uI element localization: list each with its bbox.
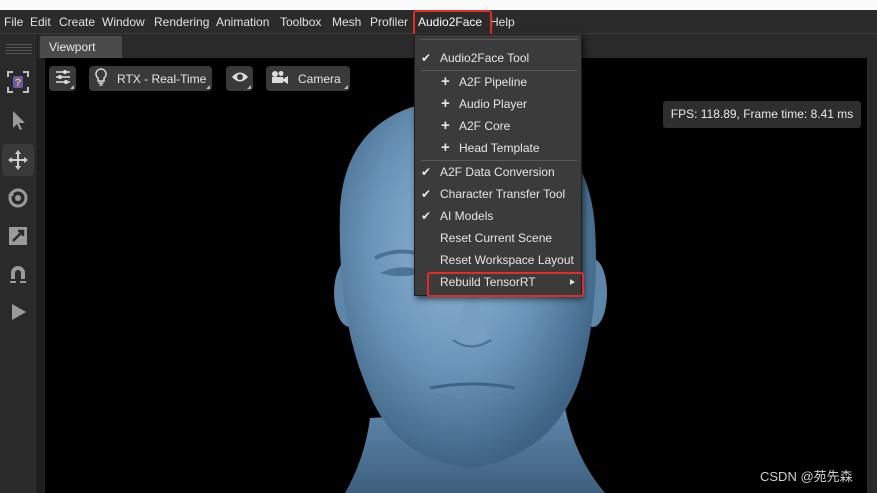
menu-item-character-transfer-tool[interactable]: ✔ Character Transfer Tool: [415, 183, 581, 205]
left-toolbar: ?: [0, 34, 38, 493]
menu-audio2face[interactable]: Audio2Face: [418, 10, 482, 34]
fps-readout: FPS: 118.89, Frame time: 8.41 ms: [663, 101, 861, 128]
menu-item-audio-player[interactable]: + Audio Player: [415, 93, 581, 115]
toolbar-grip[interactable]: [6, 50, 32, 51]
menu-create[interactable]: Create: [59, 10, 95, 34]
menu-animation[interactable]: Animation: [216, 10, 269, 34]
toolbar-grip[interactable]: [6, 53, 32, 54]
menu-toolbox[interactable]: Toolbox: [280, 10, 321, 34]
renderer-button[interactable]: RTX - Real-Time: [89, 66, 212, 91]
menu-mesh[interactable]: Mesh: [332, 10, 361, 34]
menu-separator: [421, 39, 577, 40]
menu-profiler[interactable]: Profiler: [370, 10, 408, 34]
camera-button[interactable]: Camera: [266, 66, 350, 91]
pointer-icon[interactable]: [2, 104, 34, 136]
sliders-icon: [55, 70, 71, 87]
menu-item-audio2face-tool[interactable]: ✔ Audio2Face Tool: [415, 47, 581, 69]
renderer-label: RTX - Real-Time: [117, 71, 207, 86]
window-top-strip: [0, 0, 877, 10]
play-icon[interactable]: [2, 296, 34, 328]
menu-item-head-template[interactable]: + Head Template: [415, 137, 581, 159]
menu-edit[interactable]: Edit: [30, 10, 51, 34]
menu-bar: File Edit Create Window Rendering Animat…: [0, 10, 877, 34]
plus-icon: +: [441, 73, 450, 90]
menu-help[interactable]: Help: [490, 10, 515, 34]
tab-viewport[interactable]: Viewport: [40, 36, 122, 58]
menu-item-a2f-pipeline[interactable]: + A2F Pipeline: [415, 71, 581, 93]
check-icon: ✔: [421, 187, 432, 201]
viewport-settings-button[interactable]: [49, 66, 76, 91]
check-icon: ✔: [421, 165, 432, 179]
menu-file[interactable]: File: [4, 10, 23, 34]
svg-text:?: ?: [15, 77, 22, 89]
menu-item-reset-current-scene[interactable]: Reset Current Scene: [415, 227, 581, 249]
help-select-icon[interactable]: ?: [2, 66, 34, 98]
toolbar-grip[interactable]: [6, 47, 32, 48]
plus-icon: +: [441, 139, 450, 156]
move-icon[interactable]: [2, 144, 34, 176]
menu-item-a2f-core[interactable]: + A2F Core: [415, 115, 581, 137]
menu-item-reset-workspace-layout[interactable]: Reset Workspace Layout: [415, 249, 581, 271]
toolbar-grip[interactable]: [6, 44, 32, 45]
camera-label: Camera: [298, 71, 341, 86]
check-icon: ✔: [421, 209, 432, 223]
eye-icon: [231, 71, 249, 86]
watermark: CSDN @苑先森: [760, 469, 853, 484]
menu-item-ai-models[interactable]: ✔ AI Models: [415, 205, 581, 227]
plus-icon: +: [441, 117, 450, 134]
menu-rendering[interactable]: Rendering: [154, 10, 209, 34]
snap-magnet-icon[interactable]: [2, 258, 34, 290]
audio2face-dropdown: ✔ Audio2Face Tool + A2F Pipeline + Audio…: [414, 34, 582, 296]
submenu-arrow-icon: [570, 279, 575, 285]
lightbulb-icon: [95, 68, 107, 89]
check-icon: ✔: [421, 51, 432, 65]
menu-item-a2f-data-conversion[interactable]: ✔ A2F Data Conversion: [415, 161, 581, 183]
movie-camera-icon: [271, 70, 289, 87]
menu-window[interactable]: Window: [102, 10, 145, 34]
menu-item-rebuild-tensorrt[interactable]: Rebuild TensorRT: [415, 271, 581, 293]
viewport-right-border: [867, 58, 877, 493]
visibility-button[interactable]: [226, 66, 253, 91]
rotate-icon[interactable]: [2, 182, 34, 214]
plus-icon: +: [441, 95, 450, 112]
scale-icon[interactable]: [2, 220, 34, 252]
